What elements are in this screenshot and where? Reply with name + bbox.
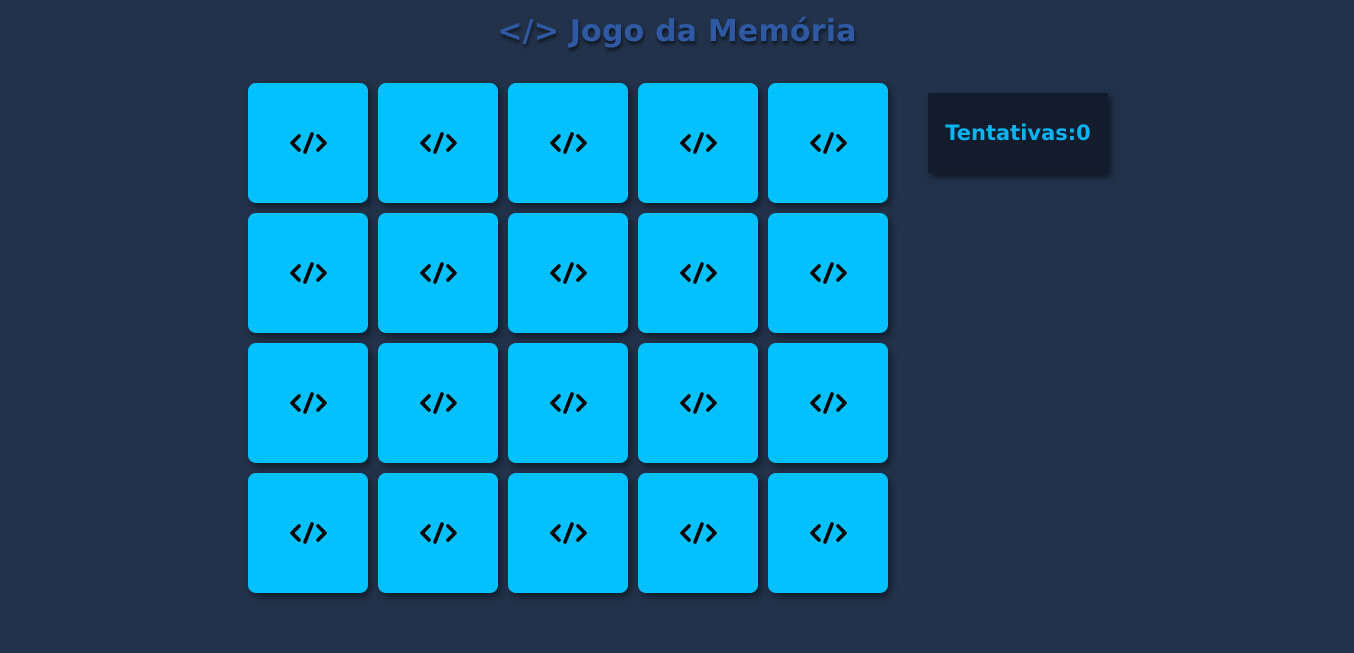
memory-card[interactable]: [508, 213, 628, 333]
memory-card[interactable]: [508, 473, 628, 593]
code-icon: [419, 132, 457, 154]
code-icon: [809, 262, 847, 284]
memory-card[interactable]: [248, 83, 368, 203]
code-icon: [289, 522, 327, 544]
code-icon: [419, 392, 457, 414]
code-icon: [679, 392, 717, 414]
card-grid: [248, 83, 888, 593]
memory-card[interactable]: [768, 343, 888, 463]
code-icon: [809, 522, 847, 544]
code-icon: [809, 132, 847, 154]
code-icon: [549, 262, 587, 284]
memory-card[interactable]: [638, 473, 758, 593]
code-icon: [679, 132, 717, 154]
memory-card[interactable]: [768, 83, 888, 203]
code-icon: [549, 392, 587, 414]
code-icon: [679, 522, 717, 544]
page-title: </> Jogo da Memória: [497, 14, 857, 49]
memory-card[interactable]: [638, 83, 758, 203]
memory-card[interactable]: [638, 343, 758, 463]
code-icon: [679, 262, 717, 284]
memory-card[interactable]: [378, 83, 498, 203]
code-icon: [809, 392, 847, 414]
memory-card[interactable]: [508, 83, 628, 203]
code-icon: [419, 522, 457, 544]
memory-card[interactable]: [248, 473, 368, 593]
code-icon: [549, 132, 587, 154]
code-icon: [549, 522, 587, 544]
attempts-label: Tentativas:: [945, 121, 1077, 145]
memory-card[interactable]: [378, 213, 498, 333]
attempts-count: 0: [1076, 121, 1091, 145]
memory-card[interactable]: [378, 473, 498, 593]
memory-card[interactable]: [768, 213, 888, 333]
attempts-panel: Tentativas: 0: [928, 93, 1108, 173]
code-icon: [419, 262, 457, 284]
memory-card[interactable]: [638, 213, 758, 333]
memory-card[interactable]: [508, 343, 628, 463]
code-icon: [289, 262, 327, 284]
code-icon: [289, 132, 327, 154]
code-icon: [289, 392, 327, 414]
memory-card[interactable]: [248, 343, 368, 463]
memory-card[interactable]: [248, 213, 368, 333]
memory-card[interactable]: [378, 343, 498, 463]
memory-card[interactable]: [768, 473, 888, 593]
